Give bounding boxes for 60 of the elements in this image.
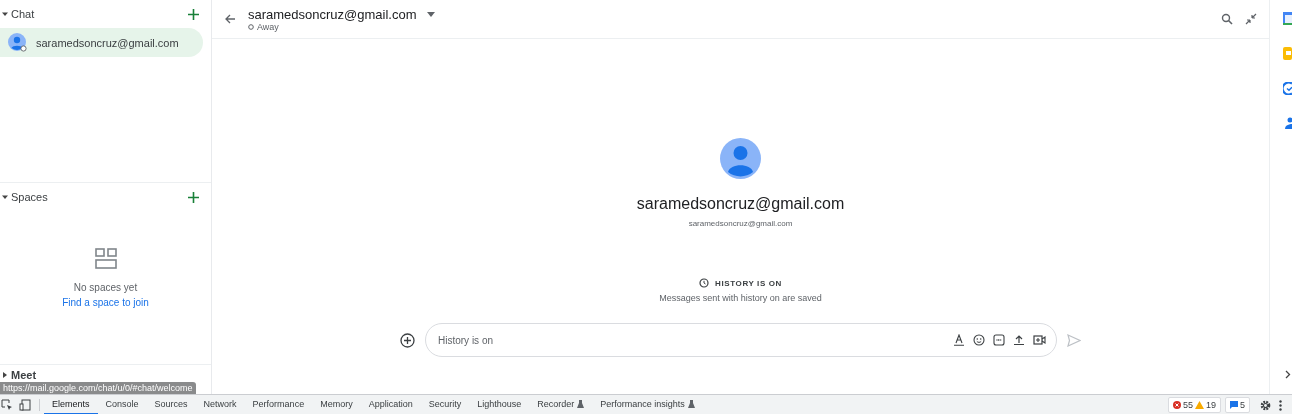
calendar-icon[interactable] — [1283, 12, 1292, 25]
add-circle-icon[interactable] — [400, 332, 415, 348]
gif-icon[interactable] — [993, 334, 1005, 346]
dropdown-icon[interactable] — [426, 11, 435, 17]
devtools-tab[interactable]: Recorder — [529, 395, 593, 414]
caret-down-icon[interactable] — [2, 194, 8, 201]
empty-message: No spaces yet — [73, 281, 138, 293]
message-count: 5 — [1240, 400, 1245, 410]
issues-badge[interactable]: 55 19 — [1167, 397, 1221, 413]
avatar-icon — [8, 33, 27, 52]
avatar-icon — [720, 138, 761, 179]
devtools-tab[interactable]: Console — [97, 395, 147, 414]
add-icon[interactable] — [188, 191, 199, 203]
messages-badge[interactable]: 5 — [1225, 397, 1250, 413]
chevron-right-icon[interactable] — [1285, 370, 1291, 379]
warning-icon — [1194, 401, 1204, 409]
devtools-tab[interactable]: Lighthouse — [469, 395, 530, 414]
tasks-icon[interactable] — [1283, 82, 1292, 95]
message-icon — [1230, 401, 1238, 409]
devtools-tab[interactable]: Memory — [312, 395, 361, 414]
section-title[interactable]: Spaces — [11, 191, 48, 204]
devtools-tab[interactable]: Security — [420, 395, 470, 414]
contact-email: saramedsoncruz@gmail.com — [688, 219, 793, 228]
spaces-icon — [94, 247, 117, 270]
inspect-icon[interactable] — [1, 399, 13, 411]
warning-count: 19 — [1205, 400, 1216, 410]
collapse-icon[interactable] — [1245, 13, 1257, 25]
section-title[interactable]: Meet — [11, 369, 37, 382]
conversation-title: saramedsoncruz@gmail.com — [248, 6, 417, 22]
device-toolbar-icon[interactable] — [19, 399, 31, 411]
section-title[interactable]: Chat — [11, 8, 35, 20]
caret-right-icon[interactable] — [2, 372, 8, 379]
settings-icon[interactable] — [1260, 399, 1271, 411]
more-menu-icon[interactable] — [1279, 399, 1282, 411]
devtools-tab[interactable]: Performance — [244, 395, 313, 414]
upload-icon[interactable] — [1013, 334, 1025, 346]
devtools-tab[interactable]: Application — [360, 395, 421, 414]
devtools-tab[interactable]: Network — [195, 395, 245, 414]
contacts-icon[interactable] — [1285, 117, 1292, 130]
back-arrow-icon[interactable] — [224, 13, 236, 25]
devtools-tab[interactable]: Sources — [146, 395, 196, 414]
find-space-link[interactable]: Find a space to join — [62, 296, 149, 308]
presence-status: Away — [248, 21, 1209, 32]
history-subtitle: Messages sent with history on are saved — [659, 293, 822, 303]
error-icon — [1172, 401, 1181, 409]
error-count: 55 — [1182, 400, 1193, 410]
add-icon[interactable] — [188, 8, 199, 20]
status-circle-icon — [248, 23, 254, 30]
search-icon[interactable] — [1221, 13, 1233, 25]
history-icon — [699, 278, 710, 288]
chat-item[interactable]: saramedsoncruz@gmail.com — [0, 28, 203, 57]
history-title: HISTORY IS ON — [715, 278, 782, 288]
devtools-tab[interactable]: Performance insights — [592, 395, 703, 414]
url-tooltip: https://mail.google.com/chat/u/0/#chat/welcome — [0, 382, 196, 394]
emoji-icon[interactable] — [973, 334, 985, 346]
contact-name: saramedsoncruz@gmail.com — [636, 195, 845, 213]
caret-down-icon[interactable] — [2, 11, 8, 17]
video-call-icon[interactable] — [1033, 334, 1046, 346]
devtools-tab[interactable]: Elements — [44, 395, 98, 414]
format-text-icon[interactable] — [953, 334, 965, 346]
